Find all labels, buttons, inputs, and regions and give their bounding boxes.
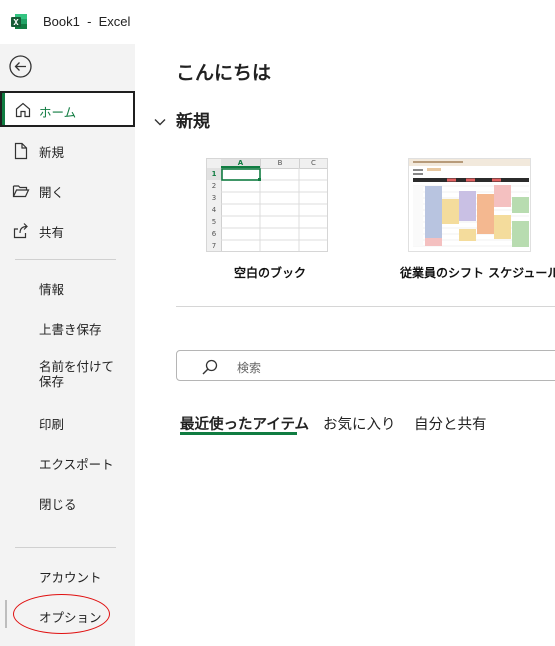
backstage-sidebar: ホーム 新規 開く 共有 情報 上書き保存 名前を付けて保存 印刷 エクスポート… <box>0 44 135 646</box>
row-header-2: 2 <box>211 182 217 190</box>
sidebar-item-new[interactable]: 新規 <box>0 142 135 162</box>
sidebar-divider <box>15 547 116 548</box>
row-header-5: 5 <box>211 218 217 226</box>
search-box[interactable]: 検索 <box>176 350 555 381</box>
sidebar-item-label: 上書き保存 <box>39 322 102 337</box>
sidebar-item-label: アカウント <box>39 570 102 585</box>
sidebar-item-label: 新規 <box>39 145 65 160</box>
grid-lines <box>221 168 327 251</box>
sidebar-item-label: エクスポート <box>39 457 114 472</box>
section-title: 新規 <box>176 112 210 132</box>
sidebar-item-label: ホーム <box>39 105 77 120</box>
sidebar-item-close[interactable]: 閉じる <box>0 494 135 514</box>
home-icon <box>15 102 31 118</box>
row-header-3: 3 <box>211 194 217 202</box>
shift-schedule-preview <box>409 159 530 247</box>
tab-favorites[interactable]: お気に入り <box>323 413 396 434</box>
tab-recent[interactable]: 最近使ったアイテム <box>180 413 309 434</box>
sidebar-item-label: 印刷 <box>39 417 65 432</box>
new-section-header[interactable]: 新規 <box>152 107 210 132</box>
options-highlight-circle <box>13 594 110 634</box>
template-label-blank: 空白のブック <box>234 266 307 280</box>
new-file-icon <box>14 142 28 160</box>
excel-logo <box>11 14 27 29</box>
shift-schedule-thumbnail[interactable] <box>408 158 531 252</box>
sidebar-item-label: 情報 <box>39 282 65 297</box>
sidebar-item-label: 閉じる <box>39 497 77 512</box>
template-label-shift-schedule: 従業員のシフト スケジュール <box>400 266 555 280</box>
backstage-main: こんにちは 新規 A B C 1 2 3 4 5 6 7 空白のブック 従業員の… <box>135 44 555 646</box>
column-header-a: A <box>221 159 260 168</box>
row-header-7: 7 <box>211 242 217 250</box>
open-folder-icon <box>12 185 30 198</box>
sidebar-item-label: 名前を付けて保存 <box>39 359 115 389</box>
row-header-1: 1 <box>207 168 221 180</box>
window-title: Book1 - Excel <box>43 14 131 29</box>
sidebar-item-save-as[interactable]: 名前を付けて保存 <box>0 359 135 393</box>
sidebar-item-open[interactable]: 開く <box>0 182 135 202</box>
section-divider <box>176 306 555 307</box>
sidebar-divider <box>15 259 116 260</box>
sidebar-item-info[interactable]: 情報 <box>0 279 135 299</box>
sidebar-item-home[interactable]: ホーム <box>0 91 135 127</box>
search-icon <box>202 359 218 375</box>
row-header-4: 4 <box>211 206 217 214</box>
blank-workbook-thumbnail[interactable]: A B C 1 2 3 4 5 6 7 <box>206 158 328 252</box>
sidebar-item-save[interactable]: 上書き保存 <box>0 319 135 339</box>
sidebar-item-print[interactable]: 印刷 <box>0 414 135 434</box>
share-icon <box>13 223 28 239</box>
sidebar-item-export[interactable]: エクスポート <box>0 454 135 474</box>
column-header-c: C <box>299 159 327 168</box>
sidebar-item-label: 開く <box>39 185 65 200</box>
selection-indicator <box>2 93 5 125</box>
chevron-down-icon <box>154 119 166 126</box>
title-bar: Book1 - Excel <box>0 0 555 44</box>
tab-shared-with-me[interactable]: 自分と共有 <box>414 413 487 434</box>
sidebar-item-share[interactable]: 共有 <box>0 222 135 242</box>
row-header-6: 6 <box>211 230 217 238</box>
greeting-title: こんにちは <box>176 62 272 84</box>
search-placeholder: 検索 <box>237 361 262 375</box>
sidebar-item-label: 共有 <box>39 225 65 240</box>
back-arrow-icon[interactable] <box>9 55 32 78</box>
active-tab-underline <box>180 432 297 435</box>
column-header-b: B <box>260 159 299 168</box>
sidebar-item-account[interactable]: アカウント <box>0 567 135 587</box>
